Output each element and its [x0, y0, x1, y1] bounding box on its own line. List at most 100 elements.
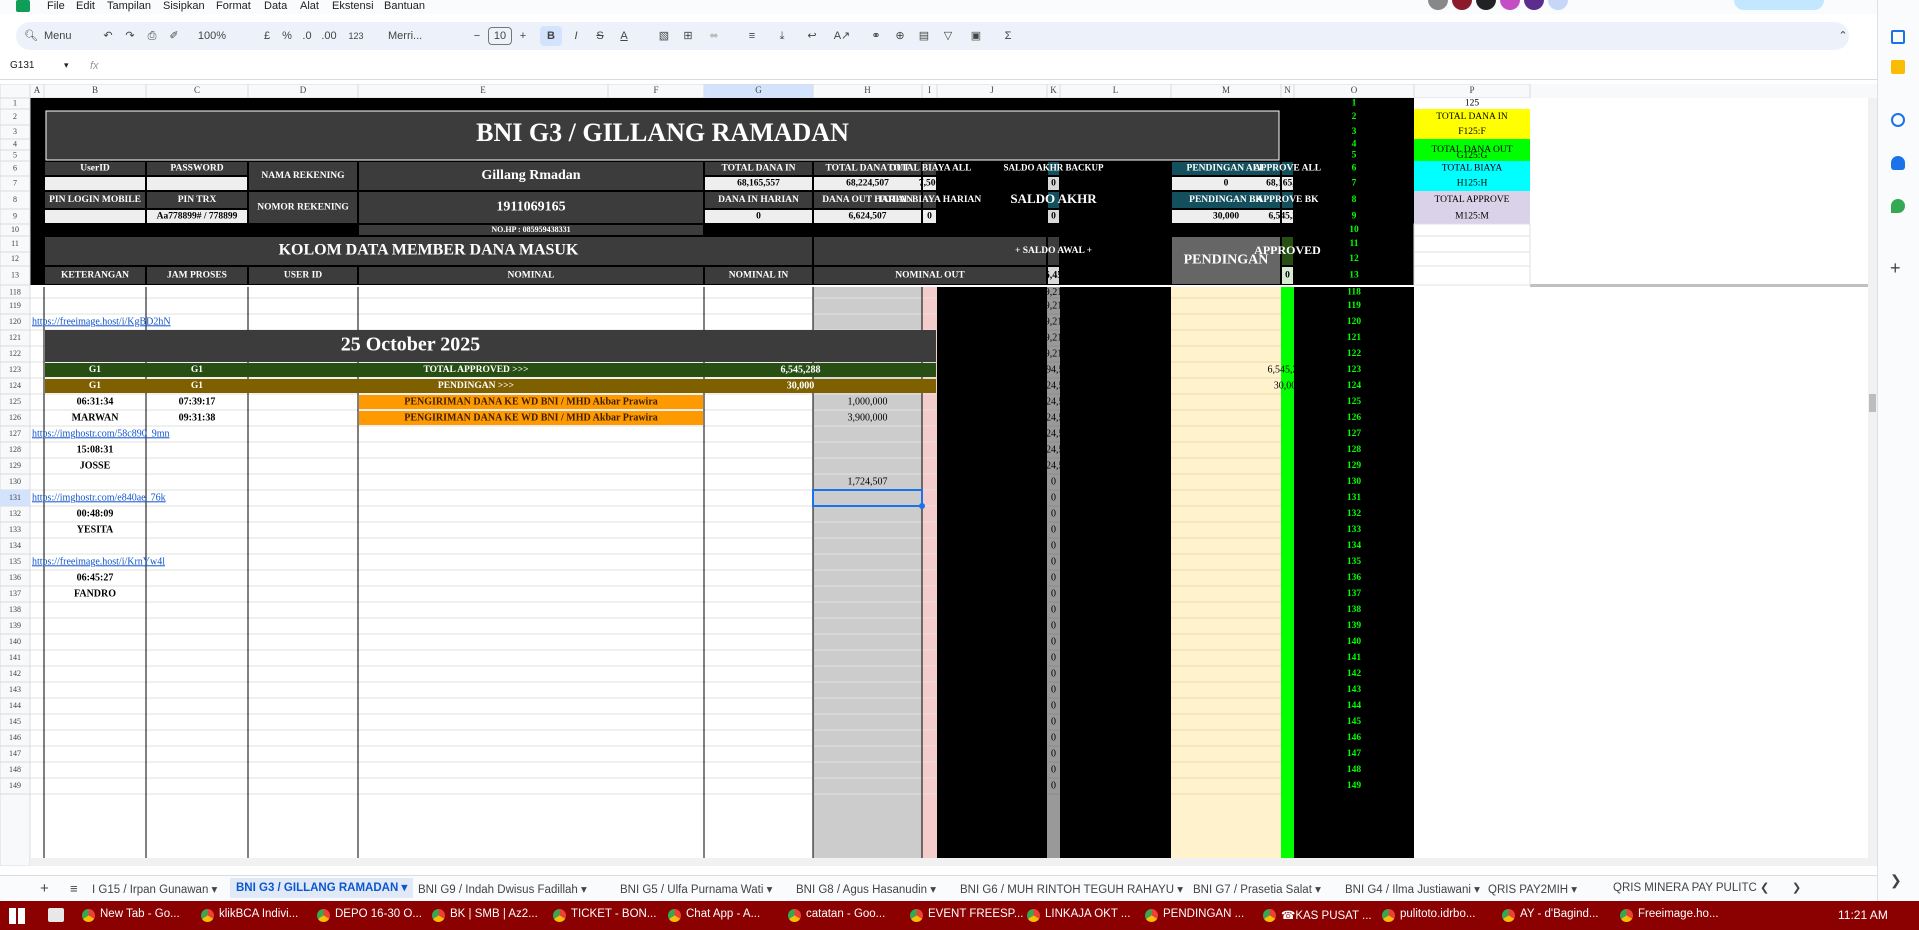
share-button[interactable] — [1734, 0, 1824, 10]
align-icon[interactable]: ≡ — [740, 26, 764, 46]
currency-button[interactable]: £ — [260, 26, 274, 46]
scroll-tabs-right-icon[interactable]: ❯ — [1792, 881, 1801, 894]
taskbar-item[interactable]: klikBCA Indivi... — [219, 908, 298, 920]
tab-sheet[interactable]: BNI G3 / GILLANG RAMADAN ▾ — [230, 878, 414, 898]
tab-sheet[interactable]: BNI G8 / Agus Hasanudin ▾ — [796, 882, 936, 896]
tab-sheet[interactable]: BNI G4 / Ilma Justiawani ▾ — [1345, 882, 1480, 896]
font-size-input[interactable]: 10 — [488, 27, 512, 45]
sheet-canvas[interactable]: A B C D E F G H I J K L M N O P BNI G3 / GILLANG RAMADAN… — [0, 84, 1877, 866]
tab-sheet[interactable]: BNI G5 / Ulfa Purnama Wati ▾ — [620, 882, 772, 896]
text-color-icon[interactable]: A — [616, 26, 632, 46]
number-format-button[interactable]: 123 — [344, 26, 368, 46]
tab-sheet[interactable]: I G15 / Irpan Gunawan ▾ — [92, 882, 217, 896]
menu-tools[interactable]: Alat — [300, 0, 319, 12]
link-cell[interactable]: https://freeimage.host/i/KrnYw4l — [32, 556, 165, 567]
avatar[interactable] — [1428, 0, 1448, 10]
taskbar-item[interactable]: Freeimage.ho... — [1638, 908, 1719, 920]
menu-extensions[interactable]: Ekstensi — [332, 0, 374, 12]
all-sheets-icon[interactable]: ≡ — [70, 881, 78, 896]
menu-file[interactable]: File — [47, 0, 65, 12]
strikethrough-icon[interactable]: S — [592, 26, 608, 46]
taskbar-item[interactable]: EVENT FREESP... — [928, 908, 1023, 920]
taskbar-item[interactable]: catatan - Goo... — [806, 908, 885, 920]
valign-icon[interactable]: ⤓ — [770, 26, 794, 46]
taskbar-item[interactable]: TICKET - BON... — [571, 908, 656, 920]
link-icon[interactable]: ⚭ — [868, 26, 884, 46]
tab-sheet[interactable]: BNI G9 / Indah Dwisus Fadillah ▾ — [418, 882, 587, 896]
menu-help[interactable]: Bantuan — [384, 0, 425, 12]
functions-icon[interactable]: Σ — [1000, 26, 1016, 46]
avatar[interactable] — [1548, 0, 1568, 10]
avatar[interactable] — [1476, 0, 1496, 10]
zoom-select[interactable]: 100% — [192, 26, 232, 46]
taskbar-item[interactable]: BK | SMB | Az2... — [450, 908, 538, 920]
taskbar-item[interactable]: New Tab - Go... — [100, 908, 180, 920]
sheets-logo-icon[interactable] — [16, 0, 30, 12]
merge-icon[interactable]: ⬌ — [704, 26, 724, 46]
add-addon-icon[interactable]: + — [1890, 258, 1901, 279]
avatar[interactable] — [1524, 0, 1544, 10]
filter-views-icon[interactable]: ▣ — [964, 26, 988, 46]
avatar[interactable] — [1500, 0, 1520, 10]
tab-sheet[interactable]: QRIS MINERA PAY PULITC — [1613, 882, 1757, 894]
collaborator-avatars[interactable] — [1428, 0, 1598, 10]
menu-insert[interactable]: Sisipkan — [163, 0, 205, 12]
fill-color-icon[interactable]: ▧ — [656, 26, 672, 46]
tab-sheet[interactable]: BNI G7 / Prasetia Salat ▾ — [1193, 882, 1321, 896]
taskbar-item[interactable]: DEPO 16-30 O... — [335, 908, 422, 920]
fill-handle[interactable] — [919, 503, 925, 509]
show-side-panel-icon[interactable]: ❯ — [1890, 872, 1902, 889]
name-box-dropdown-icon[interactable]: ▾ — [64, 60, 69, 71]
menu-data[interactable]: Data — [264, 0, 287, 12]
menu-search[interactable]: Menu — [44, 26, 84, 46]
contacts-icon[interactable] — [1891, 156, 1905, 170]
decrease-decimal-button[interactable]: .0 — [298, 26, 316, 46]
name-box[interactable]: G131 — [10, 60, 34, 71]
taskbar-item[interactable]: AY - d'Bagind... — [1520, 908, 1598, 920]
avatar[interactable] — [1452, 0, 1472, 10]
comment-icon[interactable]: ⊕ — [892, 26, 908, 46]
taskbar-item[interactable]: PENDINGAN ... — [1163, 908, 1244, 920]
menu-format[interactable]: Format — [216, 0, 251, 12]
font-size-decrease[interactable]: − — [470, 26, 484, 46]
percent-button[interactable]: % — [280, 26, 294, 46]
maps-icon[interactable] — [1891, 199, 1905, 213]
redo-icon[interactable]: ↷ — [122, 26, 138, 46]
taskbar-item[interactable]: Chat App - A... — [686, 908, 760, 920]
add-sheet-icon[interactable]: + — [40, 880, 49, 897]
paint-format-icon[interactable]: ✐ — [166, 26, 182, 46]
font-size-increase[interactable]: + — [516, 26, 530, 46]
link-cell[interactable]: https://imghostr.com/58c890_9mn — [32, 428, 170, 439]
formula-input[interactable] — [110, 58, 1850, 76]
print-icon[interactable]: ⎙ — [144, 26, 160, 46]
clock[interactable]: 11:21 AM — [1838, 908, 1888, 922]
tab-sheet[interactable]: BNI G6 / MUH RINTOH TEGUH RAHAYU ▾ — [960, 882, 1183, 896]
start-menu-icon[interactable] — [9, 908, 25, 924]
undo-icon[interactable]: ↶ — [100, 26, 116, 46]
taskbar-item[interactable]: pulitoto.idrbo... — [1400, 908, 1475, 920]
file-explorer-icon[interactable] — [48, 908, 64, 922]
wrap-icon[interactable]: ↩ — [800, 26, 824, 46]
italic-button[interactable]: I — [568, 26, 584, 46]
borders-icon[interactable]: ⊞ — [680, 26, 696, 46]
filter-icon[interactable]: ▽ — [940, 26, 956, 46]
link-cell[interactable]: https://freeimage.host/i/KgBD2hN — [32, 316, 171, 327]
tab-sheet[interactable]: QRIS PAY2MIH ▾ — [1488, 882, 1577, 896]
keep-icon[interactable] — [1891, 60, 1905, 74]
menu-edit[interactable]: Edit — [76, 0, 95, 12]
rotate-icon[interactable]: A↗ — [830, 26, 854, 46]
scroll-tabs-left-icon[interactable]: ❮ — [1760, 881, 1769, 894]
increase-decimal-button[interactable]: .00 — [318, 26, 340, 46]
search-icon[interactable]: 🔍︎ — [24, 26, 38, 46]
taskbar-item[interactable]: ☎KAS PUSAT ... — [1281, 908, 1372, 922]
calendar-icon[interactable] — [1891, 30, 1905, 44]
tasks-icon[interactable] — [1891, 113, 1905, 127]
link-cell[interactable]: https://imghostr.com/e840ae_76k — [32, 492, 166, 503]
bold-button[interactable]: B — [540, 26, 562, 46]
collapse-toolbar-icon[interactable]: ⌃ — [1836, 26, 1850, 46]
spreadsheet-grid[interactable]: A B C D E F G H I J K L M N O P BNI G3 / GILLANG RAMADAN… — [0, 84, 1877, 866]
taskbar-item[interactable]: LINKAJA OKT ... — [1045, 908, 1130, 920]
font-select[interactable]: Merri... — [388, 26, 448, 46]
chart-icon[interactable]: ▤ — [916, 26, 932, 46]
menu-view[interactable]: Tampilan — [107, 0, 151, 12]
